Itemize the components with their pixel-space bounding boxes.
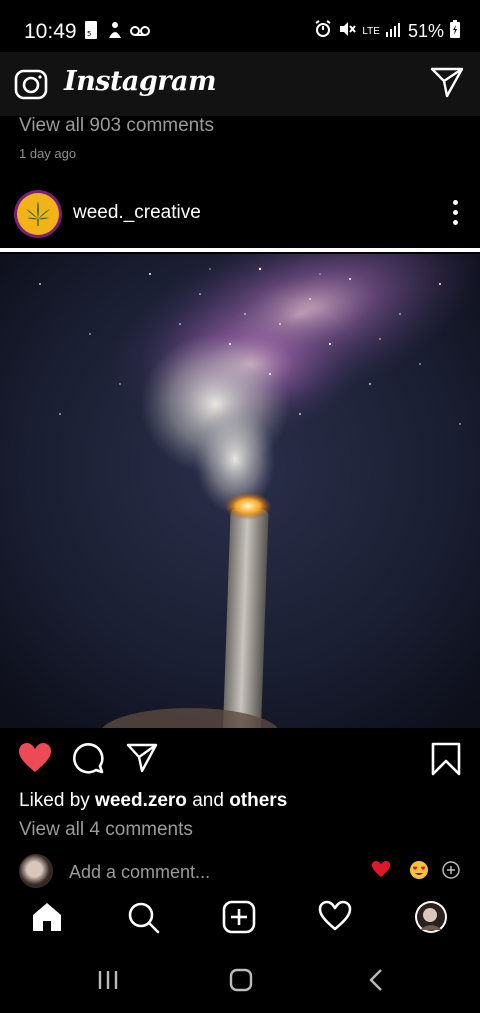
leaf-logo-icon [17, 193, 59, 235]
feed-divider [0, 248, 480, 252]
app-header: Instagram [0, 52, 480, 116]
liked-by-prefix: Liked by [19, 790, 96, 811]
alarm-icon [314, 20, 332, 43]
more-icon[interactable] [453, 200, 458, 225]
add-emoji-icon[interactable] [441, 860, 461, 885]
liked-by-user-link[interactable]: weed.zero [95, 790, 187, 811]
android-home-icon[interactable] [229, 968, 253, 997]
quick-heart-emoji-icon[interactable] [371, 860, 391, 883]
camera-icon[interactable] [14, 68, 48, 105]
profile-icon[interactable] [414, 900, 448, 939]
post-header: weed._creative [0, 186, 480, 242]
post-username[interactable]: weed._creative [73, 202, 201, 224]
lte-label: LTE [362, 25, 380, 37]
voicemail-icon [130, 24, 150, 42]
mute-icon [338, 20, 357, 43]
activity-icon[interactable] [318, 900, 352, 937]
battery-percent: 51% [407, 21, 444, 41]
home-icon[interactable] [30, 900, 64, 939]
share-icon[interactable] [126, 742, 158, 779]
back-icon[interactable] [368, 968, 384, 997]
direct-message-icon[interactable] [430, 66, 464, 103]
quick-heart-eyes-emoji-icon[interactable] [409, 860, 429, 885]
heart-icon[interactable] [18, 742, 52, 779]
comment-icon[interactable] [72, 742, 104, 779]
status-bar: 10:49 5 LTE 51% [0, 0, 480, 52]
search-icon[interactable] [126, 900, 160, 939]
system-nav-bar [0, 950, 480, 1013]
likes-summary: Liked by weed.zero and others [19, 790, 287, 812]
sim-icon: 5 [84, 20, 98, 45]
bottom-tab-bar [0, 892, 480, 948]
liked-by-others-link[interactable]: others [229, 790, 287, 811]
bookmark-icon[interactable] [431, 742, 461, 781]
post-timestamp: 1 day ago [19, 146, 77, 161]
post-actions [0, 738, 480, 782]
post-avatar[interactable] [14, 190, 62, 238]
liked-by-and: and [186, 790, 230, 811]
status-time: 10:49 [24, 20, 77, 43]
svg-text:5: 5 [87, 30, 91, 38]
view-post-comments-link[interactable]: View all 4 comments [19, 819, 193, 841]
notification-icon [106, 20, 124, 45]
add-comment-row: Add a comment... [0, 852, 480, 892]
recents-icon[interactable] [96, 970, 120, 995]
signal-icon [385, 21, 402, 42]
battery-icon [450, 20, 460, 43]
view-all-comments-link[interactable]: View all 903 comments [19, 115, 214, 137]
add-comment-input[interactable]: Add a comment... [69, 862, 210, 883]
current-user-avatar [19, 854, 53, 888]
app-logo: Instagram [64, 66, 217, 97]
post-image[interactable] [0, 254, 480, 728]
new-post-icon[interactable] [222, 900, 256, 939]
